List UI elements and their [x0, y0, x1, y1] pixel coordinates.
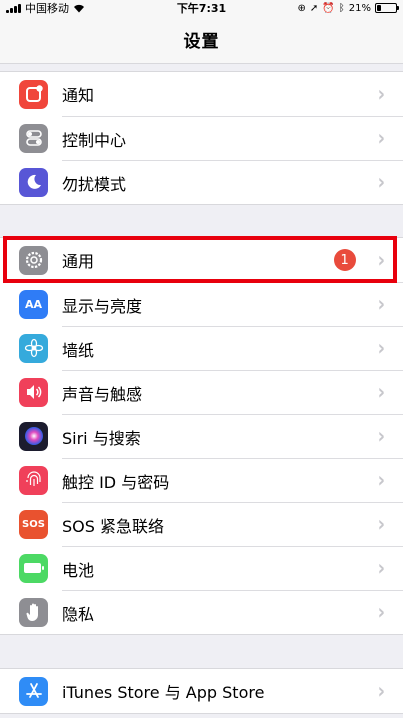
settings-row-label: 通用	[62, 252, 95, 271]
status-left: 中国移动	[6, 0, 146, 16]
siri-icon	[19, 421, 48, 451]
chevron-right-icon: ›	[377, 81, 385, 107]
settings-group-2: 通用 1 › AA 显示与亮度 › 墙纸 › 声音与触感 › Siri 与搜索 …	[0, 237, 403, 635]
app-store-icon	[19, 676, 48, 706]
settings-row-label: 控制中心	[62, 130, 127, 150]
page-title: 设置	[183, 32, 220, 52]
carrier-label: 中国移动	[25, 2, 69, 15]
settings-row-label: SOS 紧急联络	[62, 516, 164, 536]
nav-bar: 设置	[0, 16, 403, 64]
rotation-lock-icon: ⊕	[297, 2, 306, 14]
hand-icon	[19, 597, 48, 627]
chevron-right-icon: ›	[377, 247, 385, 273]
chevron-right-icon: ›	[377, 379, 385, 406]
chevron-right-icon: ›	[377, 467, 385, 494]
settings-row-label: 触控 ID 与密码	[62, 472, 170, 492]
settings-group-3: iTunes Store 与 App Store ›	[0, 668, 403, 714]
settings-row-itunes-app-store[interactable]: iTunes Store 与 App Store ›	[0, 669, 403, 713]
settings-row-do-not-disturb[interactable]: 勿扰模式 ›	[0, 160, 403, 204]
chevron-right-icon: ›	[377, 599, 385, 626]
sos-icon-text: SOS	[22, 518, 45, 530]
location-icon: ➚	[309, 2, 319, 14]
chevron-right-icon: ›	[377, 555, 385, 582]
battery-icon	[19, 553, 48, 583]
chevron-right-icon: ›	[377, 125, 385, 152]
battery-percent: 21%	[348, 2, 371, 14]
speaker-icon	[19, 377, 48, 407]
moon-icon	[19, 167, 48, 197]
status-time: 下午7:31	[176, 2, 227, 15]
signal-icon	[6, 3, 21, 13]
settings-row-wallpaper[interactable]: 墙纸 ›	[0, 326, 403, 370]
settings-row-display-brightness[interactable]: AA 显示与亮度 ›	[0, 282, 403, 326]
settings-row-general[interactable]: 通用 1 ›	[0, 238, 403, 282]
settings-row-label: 显示与亮度	[62, 296, 143, 316]
settings-row-label: 声音与触感	[62, 384, 143, 404]
chevron-right-icon: ›	[377, 678, 385, 704]
battery-status-icon	[375, 3, 399, 13]
chevron-right-icon: ›	[377, 423, 385, 450]
settings-row-label: iTunes Store 与 App Store	[62, 683, 265, 702]
notification-badge: 1	[333, 249, 356, 271]
settings-row-emergency-sos[interactable]: SOS SOS 紧急联络 ›	[0, 502, 403, 546]
chevron-right-icon: ›	[377, 291, 385, 318]
status-right: ⊕ ➚ ⏰ ᛒ 21%	[257, 2, 399, 14]
fingerprint-icon	[19, 465, 48, 495]
settings-row-sounds-haptics[interactable]: 声音与触感 ›	[0, 370, 403, 414]
settings-group-1: 通知 › 控制中心 › 勿扰模式 ›	[0, 71, 403, 205]
sos-icon: SOS	[19, 509, 48, 539]
chevron-right-icon: ›	[377, 169, 385, 196]
gear-icon	[19, 245, 48, 275]
notifications-icon	[19, 79, 48, 109]
display-icon: AA	[19, 289, 48, 319]
wallpaper-flower-icon	[19, 333, 48, 363]
status-bar: 中国移动 下午7:31 ⊕ ➚ ⏰ ᛒ 21%	[0, 0, 403, 16]
battery-fill	[377, 5, 381, 11]
settings-row-battery[interactable]: 电池 ›	[0, 546, 403, 590]
display-icon-text: AA	[24, 297, 43, 311]
settings-row-label: Siri 与搜索	[62, 428, 141, 448]
alarm-icon: ⏰	[322, 2, 335, 14]
settings-row-label: 通知	[62, 86, 95, 105]
chevron-right-icon: ›	[377, 511, 385, 538]
bluetooth-icon: ᛒ	[338, 2, 345, 14]
control-center-icon	[19, 123, 48, 153]
wifi-icon	[74, 4, 84, 13]
settings-row-label: 隐私	[62, 604, 95, 624]
settings-row-label: 电池	[62, 560, 95, 580]
settings-row-touch-id-passcode[interactable]: 触控 ID 与密码 ›	[0, 458, 403, 502]
settings-row-siri-search[interactable]: Siri 与搜索 ›	[0, 414, 403, 458]
settings-row-privacy[interactable]: 隐私 ›	[0, 590, 403, 634]
chevron-right-icon: ›	[377, 335, 385, 362]
settings-row-control-center[interactable]: 控制中心 ›	[0, 116, 403, 160]
settings-row-label: 勿扰模式	[62, 174, 127, 194]
settings-row-notifications[interactable]: 通知 ›	[0, 72, 403, 116]
settings-row-label: 墙纸	[62, 340, 95, 360]
